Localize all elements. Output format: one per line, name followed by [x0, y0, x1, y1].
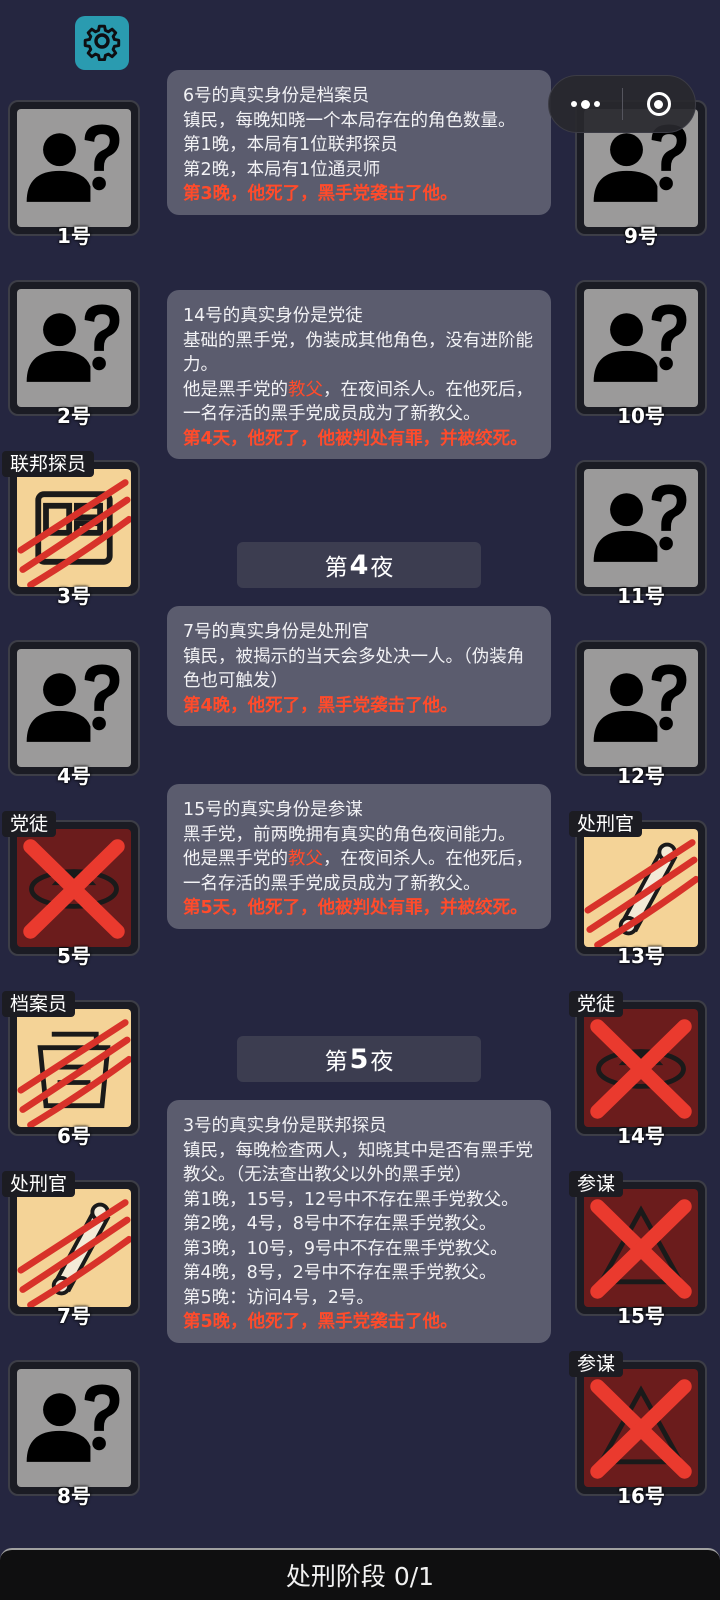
more-dots-icon [570, 99, 600, 109]
unknown-player-icon [17, 649, 131, 767]
game-log-feed[interactable]: 6号的真实身份是档案员 镇民，每晚知晓一个本局存在的角色数量。 第1晚，本局有1… [167, 0, 551, 1510]
card-text: 黑手党，前两晚拥有真实的角色夜间能力。 [183, 824, 516, 845]
reveal-card-15: 15号的真实身份是参谋 黑手党，前两晚拥有真实的角色夜间能力。 他是黑手党的教父… [167, 784, 551, 929]
unknown-player-icon [584, 469, 698, 587]
player-slot-16[interactable]: 16号 参谋 [569, 1351, 707, 1508]
player-number: 1号 [57, 224, 91, 248]
detective-role-icon [17, 469, 131, 587]
role-tag: 参谋 [569, 1171, 624, 1197]
card-text: 他是黑手党的教父，在夜间杀人。在他死后，一名存活的黑手党成员成为了新教父。 [183, 849, 533, 894]
player-number: 7号 [57, 1304, 91, 1328]
player-number: 9号 [624, 224, 658, 248]
card-text: 镇民，被揭示的当天会多处决一人。（伪装角色也可触发） [183, 646, 525, 692]
player-slot-11[interactable]: 11号 [575, 460, 707, 608]
card-text: 第4晚，8号，2号中不存在黑手党教父。 [183, 1263, 497, 1283]
player-slot-7[interactable]: 7号 处刑官 [2, 1171, 140, 1328]
night-divider-5: 第5夜 [237, 1036, 481, 1082]
card-text: 第2晚，本局有1位通灵师 [183, 159, 381, 180]
player-slot-2[interactable]: 2号 [8, 280, 140, 428]
gear-icon [82, 21, 122, 65]
mafia-role-icon [584, 1009, 698, 1127]
player-number: 10号 [617, 404, 665, 428]
player-slot-5[interactable]: 5号 党徒 [2, 811, 140, 968]
role-tag: 党徒 [2, 811, 57, 837]
mafia-role-icon [17, 829, 131, 947]
death-text: 第4天，他死了，他被判处有罪，并被绞死。 [183, 428, 528, 449]
close-button[interactable] [623, 76, 696, 132]
player-number: 3号 [57, 584, 91, 608]
player-slot-12[interactable]: 12号 [575, 640, 707, 788]
unknown-player-icon [17, 289, 131, 407]
card-text: 第5晚：访问4号，2号。 [183, 1287, 374, 1308]
player-slot-10[interactable]: 10号 [575, 280, 707, 428]
player-number: 11号 [617, 584, 665, 608]
card-text: 第2晚，4号，8号中不存在黑手党教父。 [183, 1214, 497, 1234]
unknown-player-icon [584, 649, 698, 767]
player-number: 15号 [617, 1304, 665, 1328]
player-number: 5号 [57, 944, 91, 968]
executioner-role-icon [584, 829, 698, 947]
player-slot-13[interactable]: 13号 处刑官 [569, 811, 707, 968]
card-title: 14号的真实身份是党徒 [183, 306, 363, 326]
death-text: 第5晚，他死了，黑手党袭击了他。 [183, 1312, 458, 1332]
player-slot-14[interactable]: 14号 党徒 [569, 991, 707, 1148]
player-slot-3[interactable]: 3号 联邦探员 [2, 451, 140, 608]
more-button[interactable] [549, 76, 622, 132]
role-tag: 党徒 [569, 991, 624, 1017]
consigliere-role-icon [584, 1369, 698, 1487]
card-title: 6号的真实身份是档案员 [183, 86, 370, 106]
executioner-role-icon [17, 1189, 131, 1307]
reveal-card-7: 7号的真实身份是处刑官 镇民，被揭示的当天会多处决一人。（伪装角色也可触发） 第… [167, 606, 551, 726]
card-text: 第1晚，15号，12号中不存在黑手党教父。 [183, 1189, 519, 1210]
reveal-card-6: 6号的真实身份是档案员 镇民，每晚知晓一个本局存在的角色数量。 第1晚，本局有1… [167, 70, 551, 215]
death-text: 第5天，他死了，他被判处有罪，并被绞死。 [183, 898, 528, 918]
card-text: 镇民，每晚知晓一个本局存在的角色数量。 [183, 110, 516, 131]
card-text: 第1晚，本局有1位联邦探员 [183, 135, 398, 155]
role-tag: 参谋 [569, 1351, 624, 1377]
reveal-card-3: 3号的真实身份是联邦探员 镇民，每晚检查两人，知晓其中是否有黑手党教父。（无法查… [167, 1100, 551, 1343]
player-number: 2号 [57, 404, 91, 428]
death-text: 第3晚，他死了，黑手党袭击了他。 [183, 184, 458, 204]
mini-program-capsule [548, 75, 696, 133]
card-title: 7号的真实身份是处刑官 [183, 622, 370, 642]
role-tag: 联邦探员 [2, 451, 95, 477]
consigliere-role-icon [584, 1189, 698, 1307]
godfather-highlight: 教父 [288, 849, 323, 869]
reveal-card-14: 14号的真实身份是党徒 基础的黑手党，伪装成其他角色，没有进阶能力。 他是黑手党… [167, 290, 551, 459]
unknown-player-icon [17, 109, 131, 227]
death-text: 第4晚，他死了，黑手党袭击了他。 [183, 695, 458, 716]
execution-phase-bar[interactable]: 处刑阶段 0/1 [0, 1548, 720, 1600]
player-slot-6[interactable]: 6号 档案员 [2, 991, 140, 1148]
card-text: 第3晚，10号，9号中不存在黑手党教父。 [183, 1238, 508, 1259]
unknown-player-icon [17, 1369, 131, 1487]
card-text: 基础的黑手党，伪装成其他角色，没有进阶能力。 [183, 330, 533, 376]
player-slot-15[interactable]: 15号 参谋 [569, 1171, 707, 1328]
role-tag: 档案员 [2, 991, 76, 1017]
target-close-icon [646, 92, 671, 116]
card-text: 他是黑手党的教父，在夜间杀人。在他死后，一名存活的黑手党成员成为了新教父。 [183, 379, 533, 425]
unknown-player-icon [584, 289, 698, 407]
card-title: 3号的真实身份是联邦探员 [183, 1116, 387, 1136]
player-slot-4[interactable]: 4号 [8, 640, 140, 788]
godfather-highlight: 教父 [288, 379, 323, 400]
player-slot-8[interactable]: 8号 [8, 1360, 140, 1508]
archivist-role-icon [17, 1009, 131, 1127]
player-slot-1[interactable]: 1号 [8, 100, 140, 248]
player-number: 13号 [617, 944, 665, 968]
player-number: 12号 [617, 764, 665, 788]
role-tag: 处刑官 [2, 1171, 76, 1197]
player-number: 8号 [57, 1484, 91, 1508]
card-title: 15号的真实身份是参谋 [183, 800, 363, 820]
player-number: 14号 [617, 1124, 665, 1148]
player-number: 4号 [57, 764, 91, 788]
night-divider-4: 第4夜 [237, 542, 481, 588]
role-tag: 处刑官 [569, 811, 643, 837]
settings-button[interactable] [75, 16, 129, 70]
card-text: 镇民，每晚检查两人，知晓其中是否有黑手党教父。（无法查出教父以外的黑手党） [183, 1140, 533, 1186]
player-number: 16号 [617, 1484, 665, 1508]
player-number: 6号 [57, 1124, 91, 1148]
